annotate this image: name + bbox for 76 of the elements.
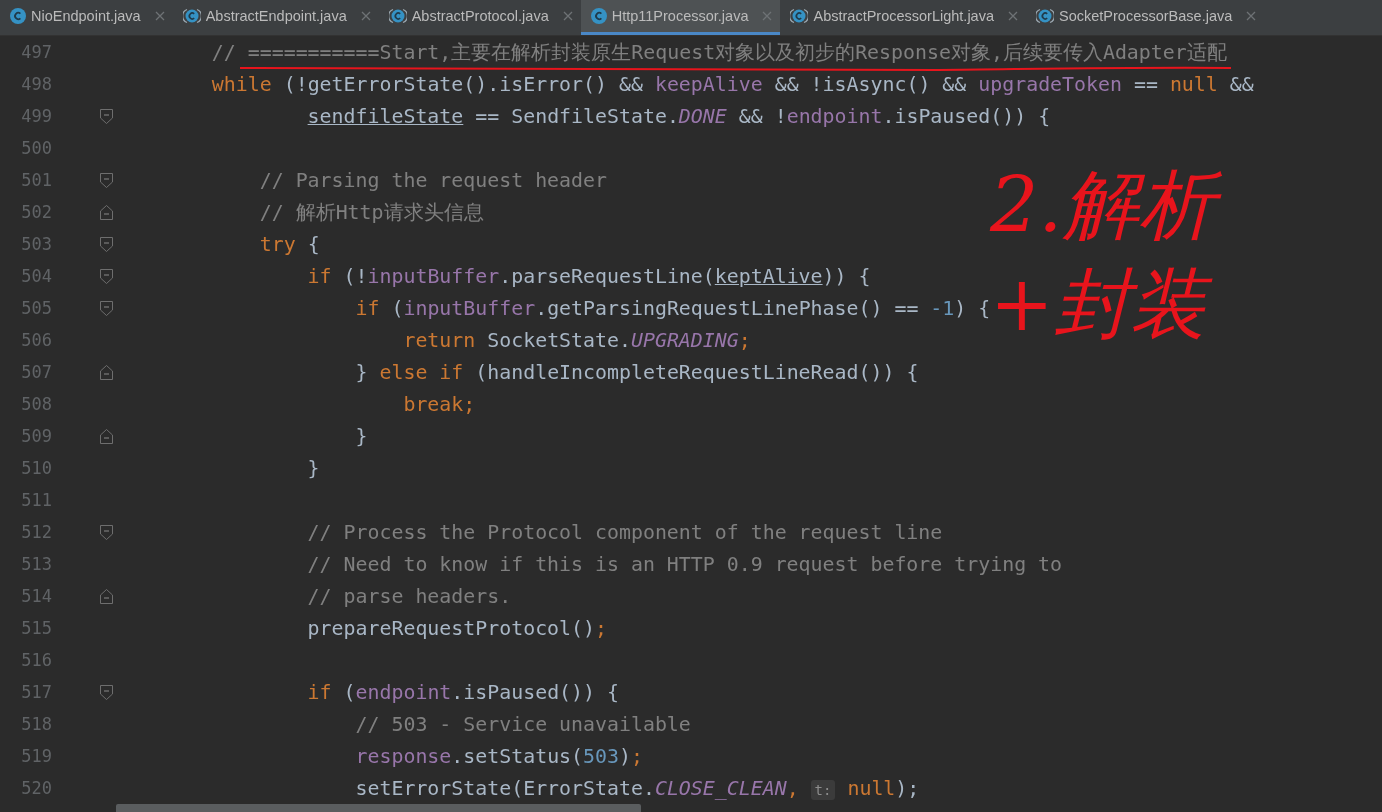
- line-number: 515: [20, 618, 52, 638]
- fold-icon[interactable]: [100, 524, 113, 540]
- class-icon: [10, 8, 26, 24]
- abstract-class-icon: [388, 8, 407, 24]
- line-number: 506: [20, 330, 52, 350]
- code-line: setErrorState(ErrorState.CLOSE_CLEAN, t: null);: [355, 776, 920, 800]
- code-line: if (endpoint.isPaused()) {: [307, 680, 619, 704]
- code-line: while (!getErrorState().isError() && keepAlive && !isAsync() && upgradeToken == null &&: [211, 72, 1254, 96]
- fold-icon[interactable]: [100, 108, 113, 124]
- code-line: // Need to know if this is an HTTP 0.9 request before trying to: [307, 552, 1063, 576]
- unfold-icon[interactable]: [100, 204, 113, 220]
- abstract-class-icon: [790, 8, 809, 24]
- fold-icon[interactable]: [100, 300, 113, 316]
- editor-tab[interactable]: SocketProcessorBase.java: [1026, 0, 1265, 35]
- unfold-icon[interactable]: [100, 364, 113, 380]
- close-icon[interactable]: [562, 11, 573, 21]
- editor-tab[interactable]: AbstractEndpoint.java: [172, 0, 379, 35]
- code-line: // Parsing the request header: [259, 168, 607, 192]
- code-line: // 解析Http请求头信息: [259, 199, 484, 226]
- fold-icon[interactable]: [100, 268, 113, 284]
- line-number: 517: [20, 682, 52, 702]
- line-number: 516: [20, 650, 52, 670]
- editor-tab[interactable]: AbstractProcessorLight.java: [780, 0, 1026, 35]
- line-number: 500: [20, 138, 52, 158]
- abstract-class-icon: [1036, 8, 1054, 24]
- code-line: }: [355, 424, 368, 448]
- handwritten-annotation: 2.解析+封装: [990, 156, 1350, 354]
- editor-tab[interactable]: AbstractProtocol.java: [378, 0, 581, 35]
- close-icon[interactable]: [1246, 11, 1257, 21]
- fold-icon[interactable]: [100, 172, 113, 188]
- line-number: 520: [20, 778, 52, 798]
- line-number: 504: [20, 266, 52, 286]
- editor-tab[interactable]: Http11Processor.java: [580, 0, 781, 35]
- line-number: 501: [20, 170, 52, 190]
- code-line: if (!inputBuffer.parseRequestLine(keptAlive)) {: [307, 264, 871, 288]
- close-icon[interactable]: [154, 11, 165, 21]
- line-number: 497: [20, 42, 52, 62]
- line-number: 518: [20, 714, 52, 734]
- close-icon[interactable]: [360, 11, 371, 21]
- line-number: 507: [20, 362, 52, 382]
- scrollbar-thumb[interactable]: [116, 804, 641, 812]
- line-number: 509: [20, 426, 52, 446]
- line-number: 514: [20, 586, 52, 606]
- code-line: response.setStatus(503);: [355, 744, 643, 768]
- line-number: 508: [20, 394, 52, 414]
- code-line: return SocketState.UPGRADING;: [403, 328, 751, 352]
- code-line: try {: [259, 232, 320, 256]
- code-line: }: [307, 456, 320, 480]
- line-number: 503: [20, 234, 52, 254]
- unfold-icon[interactable]: [100, 428, 113, 444]
- code-line: if (inputBuffer.getParsingRequestLinePhase() == -1) {: [355, 296, 991, 320]
- fold-icon[interactable]: [100, 236, 113, 252]
- code-line: } else if (handleIncompleteRequestLineRead()) {: [355, 360, 919, 384]
- line-number: 502: [20, 202, 52, 222]
- line-number: 499: [20, 106, 52, 126]
- code-line: sendfileState == SendfileState.DONE && !endpoint.isPaused()) {: [307, 104, 1051, 128]
- line-number: 510: [20, 458, 52, 478]
- line-number: 498: [20, 74, 52, 94]
- code-line: // parse headers.: [307, 584, 512, 608]
- line-number: 512: [20, 522, 52, 542]
- line-number: 519: [20, 746, 52, 766]
- code-line: prepareRequestProtocol();: [307, 616, 607, 640]
- line-number: 505: [20, 298, 52, 318]
- line-number: 511: [20, 490, 52, 510]
- unfold-icon[interactable]: [100, 588, 113, 604]
- fold-icon[interactable]: [100, 684, 113, 700]
- close-icon[interactable]: [762, 11, 773, 21]
- code-line: // Process the Protocol component of the request line: [307, 520, 943, 544]
- class-icon: [590, 8, 607, 24]
- code-line: break;: [403, 392, 476, 416]
- close-icon[interactable]: [1008, 11, 1018, 21]
- editor-tab[interactable]: NioEndpoint.java: [0, 0, 173, 35]
- line-number: 513: [20, 554, 52, 574]
- code-line: // ===========Start,主要在解析封装原生Request对象以及初步的Response对象,后续要传入Adapter适配: [211, 39, 1227, 66]
- abstract-class-icon: [182, 8, 201, 24]
- code-line: // 503 - Service unavailable: [355, 712, 691, 736]
